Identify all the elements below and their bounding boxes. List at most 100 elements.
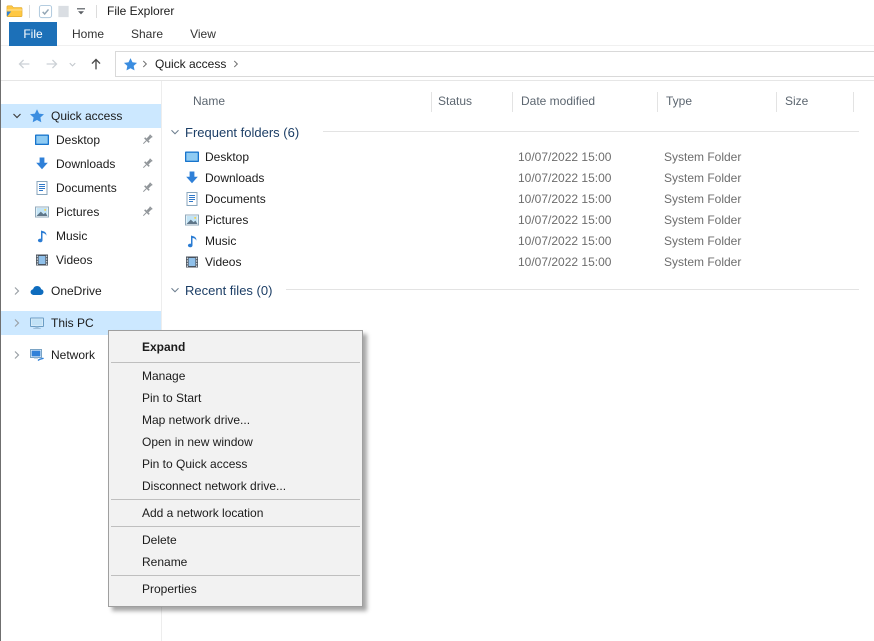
- ribbon-tabs: File Home Share View: [1, 22, 874, 46]
- pin-icon: [139, 156, 155, 172]
- group-header-frequent-folders[interactable]: Frequent folders (6): [162, 122, 299, 142]
- file-type: System Folder: [664, 255, 741, 269]
- tab-share[interactable]: Share: [121, 22, 173, 46]
- file-row-pictures[interactable]: Pictures 10/07/2022 15:00 System Folder: [162, 210, 874, 231]
- file-row-downloads[interactable]: Downloads 10/07/2022 15:00 System Folder: [162, 168, 874, 189]
- breadcrumb-location[interactable]: Quick access: [155, 57, 226, 71]
- sidebar-item-quick-access[interactable]: Quick access: [1, 104, 161, 128]
- column-header-name[interactable]: Name: [193, 94, 225, 108]
- window-title: File Explorer: [107, 4, 174, 18]
- sidebar-label: Music: [56, 229, 87, 243]
- chevron-right-icon[interactable]: [9, 315, 25, 331]
- file-date-modified: 10/07/2022 15:00: [518, 150, 611, 164]
- menu-item-delete[interactable]: Delete: [109, 529, 362, 551]
- recent-locations-dropdown[interactable]: [65, 53, 79, 75]
- menu-item-manage[interactable]: Manage: [109, 365, 362, 387]
- videos-icon: [184, 254, 200, 270]
- file-explorer-window: File Explorer File Home Share View Quic: [0, 0, 874, 641]
- quick-access-star-icon: [123, 57, 138, 72]
- back-button[interactable]: [13, 53, 35, 75]
- file-date-modified: 10/07/2022 15:00: [518, 234, 611, 248]
- up-button[interactable]: [85, 53, 107, 75]
- documents-icon: [184, 191, 200, 207]
- sidebar-label: Documents: [56, 181, 117, 195]
- menu-item-properties[interactable]: Properties: [109, 578, 362, 600]
- sidebar-item-documents[interactable]: Documents: [1, 176, 161, 200]
- file-row-desktop[interactable]: Desktop 10/07/2022 15:00 System Folder: [162, 147, 874, 168]
- menu-item-expand[interactable]: Expand: [109, 335, 362, 360]
- file-date-modified: 10/07/2022 15:00: [518, 213, 611, 227]
- group-header-line: [286, 289, 859, 290]
- group-label: Recent files (0): [185, 283, 272, 298]
- menu-separator: [111, 575, 360, 576]
- network-icon: [29, 347, 45, 363]
- qat-properties-button[interactable]: [36, 2, 54, 20]
- address-bar[interactable]: Quick access: [115, 51, 874, 77]
- group-label: Frequent folders (6): [185, 125, 299, 140]
- navigation-toolbar: Quick access: [1, 47, 874, 81]
- column-header-date-modified[interactable]: Date modified: [521, 94, 595, 108]
- chevron-down-icon[interactable]: [168, 125, 182, 139]
- breadcrumb-chevron-icon[interactable]: [140, 57, 150, 71]
- column-divider[interactable]: [431, 92, 432, 112]
- chevron-down-icon[interactable]: [9, 108, 25, 124]
- column-divider[interactable]: [776, 92, 777, 112]
- sidebar-label: Desktop: [56, 133, 100, 147]
- file-date-modified: 10/07/2022 15:00: [518, 171, 611, 185]
- music-icon: [34, 228, 50, 244]
- sidebar-item-videos[interactable]: Videos: [1, 248, 161, 272]
- qat-customize-dropdown[interactable]: [72, 2, 90, 20]
- tab-view[interactable]: View: [179, 22, 227, 46]
- chevron-down-icon[interactable]: [168, 283, 182, 297]
- downloads-icon: [184, 170, 200, 186]
- column-header-status[interactable]: Status: [438, 94, 472, 108]
- sidebar-item-pictures[interactable]: Pictures: [1, 200, 161, 224]
- menu-separator: [111, 499, 360, 500]
- menu-item-map-network-drive[interactable]: Map network drive...: [109, 409, 362, 431]
- sidebar-label: This PC: [51, 316, 94, 330]
- file-name: Documents: [205, 192, 266, 206]
- sidebar-item-onedrive[interactable]: OneDrive: [1, 279, 161, 303]
- sidebar-item-downloads[interactable]: Downloads: [1, 152, 161, 176]
- file-type: System Folder: [664, 213, 741, 227]
- tab-home[interactable]: Home: [63, 22, 113, 46]
- file-name: Downloads: [205, 171, 264, 185]
- column-header-type[interactable]: Type: [666, 94, 692, 108]
- menu-item-pin-to-start[interactable]: Pin to Start: [109, 387, 362, 409]
- chevron-right-icon[interactable]: [9, 347, 25, 363]
- desktop-icon: [34, 132, 50, 148]
- titlebar-separator: [29, 5, 30, 18]
- music-icon: [184, 233, 200, 249]
- forward-button[interactable]: [41, 53, 63, 75]
- menu-item-open-in-new-window[interactable]: Open in new window: [109, 431, 362, 453]
- qat-newfolder-button[interactable]: [54, 2, 72, 20]
- menu-item-pin-to-quick-access[interactable]: Pin to Quick access: [109, 453, 362, 475]
- sidebar-item-desktop[interactable]: Desktop: [1, 128, 161, 152]
- menu-item-add-network-location[interactable]: Add a network location: [109, 502, 362, 524]
- breadcrumb-chevron-icon[interactable]: [231, 57, 241, 71]
- file-name: Pictures: [205, 213, 248, 227]
- menu-item-disconnect-network-drive[interactable]: Disconnect network drive...: [109, 475, 362, 497]
- quick-access-star-icon: [29, 108, 45, 124]
- menu-item-rename[interactable]: Rename: [109, 551, 362, 573]
- menu-separator: [111, 362, 360, 363]
- file-explorer-logo-icon: [6, 3, 23, 19]
- pin-icon: [139, 204, 155, 220]
- column-divider[interactable]: [512, 92, 513, 112]
- file-row-music[interactable]: Music 10/07/2022 15:00 System Folder: [162, 231, 874, 252]
- column-header-size[interactable]: Size: [785, 94, 808, 108]
- pin-icon: [139, 132, 155, 148]
- file-row-videos[interactable]: Videos 10/07/2022 15:00 System Folder: [162, 252, 874, 273]
- chevron-right-icon[interactable]: [9, 283, 25, 299]
- tab-file[interactable]: File: [9, 22, 57, 46]
- group-header-recent-files[interactable]: Recent files (0): [162, 280, 272, 300]
- sidebar-item-music[interactable]: Music: [1, 224, 161, 248]
- this-pc-icon: [29, 315, 45, 331]
- column-divider[interactable]: [853, 92, 854, 112]
- file-date-modified: 10/07/2022 15:00: [518, 255, 611, 269]
- sidebar-label: Quick access: [51, 109, 122, 123]
- column-divider[interactable]: [657, 92, 658, 112]
- videos-icon: [34, 252, 50, 268]
- file-row-documents[interactable]: Documents 10/07/2022 15:00 System Folder: [162, 189, 874, 210]
- file-date-modified: 10/07/2022 15:00: [518, 192, 611, 206]
